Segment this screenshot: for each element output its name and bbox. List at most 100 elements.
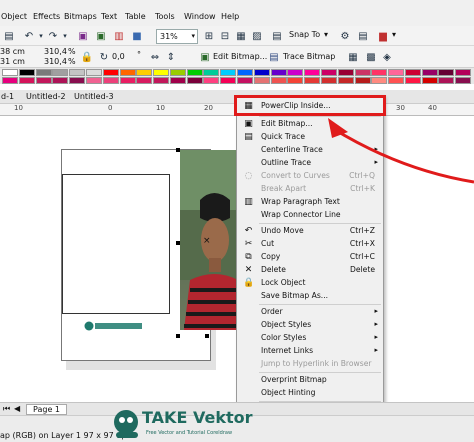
color-swatch[interactable]: [186, 77, 203, 84]
color-swatch[interactable]: [136, 69, 153, 76]
color-swatch[interactable]: [52, 77, 69, 84]
color-swatch[interactable]: [304, 77, 321, 84]
mask-icon[interactable]: ◈: [380, 50, 394, 64]
color-swatch[interactable]: [119, 69, 136, 76]
menu-item-overprint-bitmap[interactable]: Overprint Bitmap: [237, 374, 383, 387]
powerclip-frame-rectangle[interactable]: [62, 174, 170, 314]
width-field[interactable]: 38 cm: [0, 47, 25, 56]
menu-item-cut[interactable]: ✂ Cut Ctrl+X: [237, 238, 383, 251]
color-swatch[interactable]: [35, 77, 52, 84]
publish-pdf-icon[interactable]: ▥: [112, 29, 126, 43]
menu-table[interactable]: Table: [125, 12, 146, 21]
color-swatch[interactable]: [237, 69, 253, 76]
color-swatch[interactable]: [354, 69, 371, 76]
menu-item-copy[interactable]: ⧉ Copy Ctrl+C: [237, 251, 383, 264]
menu-item-wrap-connector-line[interactable]: Wrap Connector Line: [237, 209, 383, 222]
color-swatch[interactable]: [153, 69, 170, 76]
color-swatch[interactable]: [18, 77, 35, 84]
selection-handle[interactable]: [205, 334, 209, 338]
resample-icon[interactable]: ▩: [364, 50, 378, 64]
color-swatch[interactable]: [287, 69, 304, 76]
scale-x-field[interactable]: 310,4: [44, 47, 67, 56]
color-swatch[interactable]: [388, 77, 405, 84]
menu-item-lock-object[interactable]: 🔒 Lock Object: [237, 277, 383, 290]
import-icon[interactable]: ▣: [76, 29, 90, 43]
scale-y-field[interactable]: 310,4: [44, 57, 67, 66]
paste-icon[interactable]: ▤: [2, 29, 16, 43]
color-swatch[interactable]: [404, 77, 421, 84]
color-swatch[interactable]: [304, 69, 321, 76]
color-swatch[interactable]: [354, 77, 371, 84]
snap-to-button[interactable]: Snap To: [289, 30, 320, 39]
menu-tools[interactable]: Tools: [155, 12, 175, 21]
color-swatch[interactable]: [421, 69, 438, 76]
menu-item-color-styles[interactable]: Color Styles ▸: [237, 332, 383, 345]
color-swatch[interactable]: [169, 69, 186, 76]
lock-ratio-icon[interactable]: 🔒: [80, 50, 94, 64]
tab-document-1[interactable]: d-1: [1, 92, 14, 101]
page-tab[interactable]: Page 1: [26, 404, 67, 415]
color-swatch[interactable]: [119, 77, 136, 84]
trace-bitmap-button[interactable]: Trace Bitmap: [283, 52, 335, 61]
color-swatch[interactable]: [337, 69, 354, 76]
launch-icon[interactable]: ▆: [376, 29, 390, 43]
color-swatch[interactable]: [270, 69, 287, 76]
color-swatch[interactable]: [102, 69, 119, 76]
redo-dropdown-icon[interactable]: ▾: [58, 29, 72, 43]
grid-icon[interactable]: ▦: [234, 29, 248, 43]
color-swatch[interactable]: [337, 77, 354, 84]
color-swatch[interactable]: [69, 77, 86, 84]
rulers-icon[interactable]: ⊟: [218, 29, 232, 43]
full-screen-icon[interactable]: ⊞: [202, 29, 216, 43]
selection-handle[interactable]: [176, 334, 180, 338]
welcome-icon[interactable]: ■: [130, 29, 144, 43]
edit-bitmap-button[interactable]: Edit Bitmap...: [213, 52, 267, 61]
selection-handle[interactable]: [176, 241, 180, 245]
launcher-icon[interactable]: ▤: [356, 29, 370, 43]
color-swatch[interactable]: [203, 69, 220, 76]
color-swatch[interactable]: [35, 69, 52, 76]
crop-bitmap-icon[interactable]: ▦: [346, 50, 360, 64]
options-icon[interactable]: ⚙: [338, 29, 352, 43]
menu-item-delete[interactable]: ✕ Delete Delete: [237, 264, 383, 277]
color-swatch[interactable]: [371, 77, 388, 84]
color-swatch[interactable]: [136, 77, 153, 84]
tab-untitled-2[interactable]: Untitled-2: [26, 92, 66, 101]
color-swatch[interactable]: [371, 69, 388, 76]
menu-text[interactable]: Text: [101, 12, 117, 21]
selection-handle[interactable]: [176, 148, 180, 152]
color-swatch[interactable]: [253, 77, 270, 84]
color-swatch[interactable]: [169, 77, 186, 84]
trace-bitmap-icon[interactable]: ▤: [267, 50, 281, 64]
color-swatch[interactable]: [2, 69, 18, 76]
color-swatch[interactable]: [438, 77, 455, 84]
snap-icon[interactable]: ▤: [270, 29, 284, 43]
tab-untitled-3[interactable]: Untitled-3: [74, 92, 114, 101]
color-swatch[interactable]: [404, 69, 421, 76]
menu-bitmaps[interactable]: Bitmaps: [64, 12, 97, 21]
color-swatch[interactable]: [455, 69, 472, 76]
color-swatch[interactable]: [237, 77, 253, 84]
menu-object[interactable]: Object: [1, 12, 27, 21]
color-swatch[interactable]: [203, 77, 220, 84]
menu-item-internet-links[interactable]: Internet Links ▸: [237, 345, 383, 358]
menu-item-jump-to-hyperlink-in-browser[interactable]: Jump to Hyperlink in Browser: [237, 358, 383, 371]
prev-page-icon[interactable]: ◀: [14, 404, 20, 413]
color-swatch[interactable]: [220, 69, 237, 76]
color-swatch[interactable]: [287, 77, 304, 84]
color-swatch[interactable]: [153, 77, 170, 84]
color-swatch[interactable]: [52, 69, 69, 76]
color-swatch[interactable]: [85, 77, 102, 84]
menu-window[interactable]: Window: [184, 12, 216, 21]
height-field[interactable]: 31 cm: [0, 57, 25, 66]
menu-item-object-styles[interactable]: Object Styles ▸: [237, 319, 383, 332]
color-swatch[interactable]: [85, 69, 102, 76]
color-swatch[interactable]: [18, 69, 35, 76]
color-swatch[interactable]: [320, 69, 337, 76]
color-swatch[interactable]: [102, 77, 119, 84]
color-swatch[interactable]: [186, 69, 203, 76]
menu-effects[interactable]: Effects: [33, 12, 60, 21]
rotation-field[interactable]: 0,0: [112, 52, 125, 61]
mirror-v-icon[interactable]: ⇕: [164, 50, 178, 64]
color-swatch[interactable]: [270, 77, 287, 84]
